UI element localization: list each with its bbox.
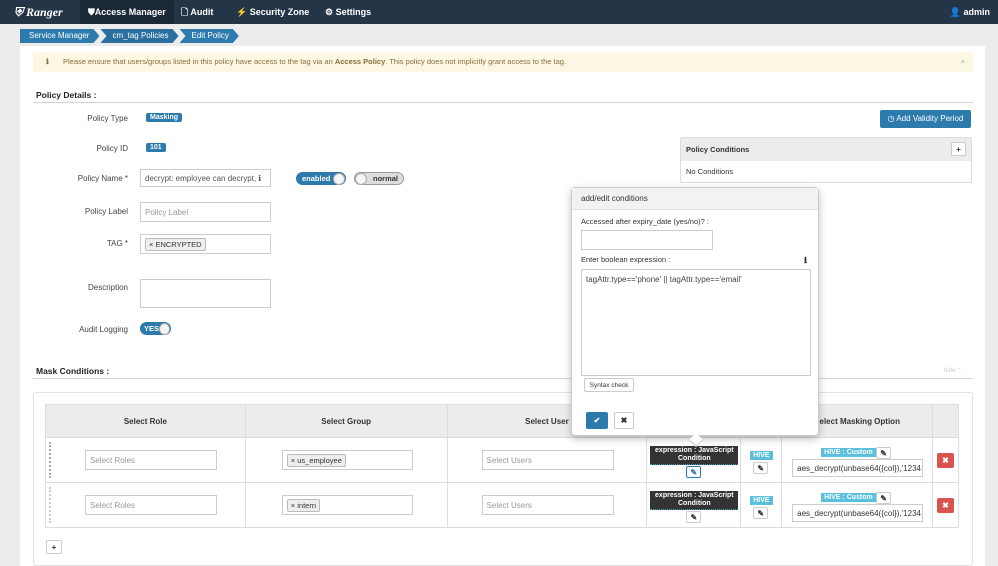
- table-row: Select Roles × intern Select Users expre…: [45, 482, 960, 528]
- syntax-check-button[interactable]: Syntax check: [584, 378, 634, 392]
- header-select-role: Select Role: [45, 404, 246, 438]
- add-row-button[interactable]: +: [46, 540, 62, 554]
- select-roles-input[interactable]: Select Roles: [85, 495, 217, 515]
- edit-condition-button[interactable]: ✎: [686, 511, 702, 523]
- select-users-input[interactable]: Select Users: [481, 495, 614, 515]
- ranger-logo[interactable]: ⛨ Ranger: [6, 0, 71, 24]
- edit-condition-button[interactable]: ✎: [686, 466, 702, 478]
- component-badge: HIVE: [750, 451, 773, 460]
- nav-settings[interactable]: ⚙ Settings: [317, 0, 379, 24]
- user-icon: 👤: [949, 7, 964, 17]
- policy-details-title: Policy Details :: [36, 90, 97, 100]
- tag-input[interactable]: × ENCRYPTED: [140, 234, 271, 254]
- expiry-input[interactable]: [581, 230, 713, 250]
- mask-type-badge: HIVE : Custom: [821, 448, 876, 457]
- select-group-input[interactable]: × intern: [281, 495, 413, 515]
- toggle-knob: [333, 172, 345, 185]
- nav-access-manager[interactable]: ⛊Access Manager: [80, 0, 174, 24]
- table-header: Select Role Select Group Select User Sel…: [45, 404, 960, 438]
- info-icon: ℹ: [46, 57, 49, 66]
- drag-handle-icon[interactable]: [49, 442, 51, 478]
- policy-conditions-title: Policy Conditions: [681, 138, 971, 161]
- no-conditions-text: No Conditions: [686, 167, 734, 176]
- policy-id-label: Policy ID: [96, 144, 128, 153]
- divider: [33, 378, 973, 379]
- policy-label-label: Policy Label: [84, 207, 128, 216]
- header-actions: [931, 404, 960, 438]
- add-validity-period-button[interactable]: ◷ Add Validity Period: [880, 110, 971, 128]
- boolean-expression-textarea[interactable]: tagAttr.type=='phone' || tagAttr.type=='…: [581, 269, 811, 376]
- component-badge: HIVE: [750, 496, 773, 505]
- divider: [33, 102, 973, 103]
- boolean-expression-label: Enter boolean expression :: [581, 255, 671, 264]
- close-alert-icon[interactable]: ×: [961, 52, 965, 72]
- breadcrumb-edit-policy: Edit Policy: [180, 29, 239, 43]
- breadcrumb-policies[interactable]: cm_tag Policies: [100, 29, 178, 43]
- group-chip[interactable]: × us_employee: [286, 453, 346, 467]
- nav-audit[interactable]: 🗋 Audit: [173, 0, 221, 24]
- delete-row-button[interactable]: ✖: [936, 498, 954, 513]
- description-label: Description: [87, 283, 128, 292]
- select-roles-input[interactable]: Select Roles: [85, 450, 217, 470]
- delete-row-button[interactable]: ✖: [936, 453, 954, 468]
- hide-link[interactable]: hide ⌃: [944, 367, 962, 374]
- info-icon: ℹ: [258, 173, 262, 183]
- expiry-question-label: Accessed after expiry_date (yes/no)? :: [581, 217, 709, 226]
- file-icon: 🗋: [181, 7, 191, 17]
- condition-expression-label: expression : JavaScript Condition: [650, 446, 739, 465]
- toggle-knob: [159, 322, 170, 335]
- warning-alert: ℹ Please ensure that users/groups listed…: [33, 52, 973, 72]
- edit-component-button[interactable]: ✎: [753, 462, 769, 474]
- mask-conditions-table: Select Role Select Group Select User Sel…: [45, 404, 960, 528]
- edit-component-button[interactable]: ✎: [753, 507, 769, 519]
- toggle-knob: [355, 172, 367, 185]
- enabled-toggle[interactable]: enabled: [296, 172, 346, 185]
- condition-expression-label: expression : JavaScript Condition: [650, 491, 739, 510]
- select-users-input[interactable]: Select Users: [481, 450, 614, 470]
- top-navbar: ⛨ Ranger ⛊Access Manager 🗋 Audit ⚡ Secur…: [0, 0, 998, 24]
- policy-name-label: Policy Name *: [77, 174, 128, 183]
- policy-type-label: Policy Type: [87, 114, 128, 123]
- confirm-button[interactable]: ✔: [586, 412, 608, 429]
- breadcrumb-service-manager[interactable]: Service Manager: [20, 29, 99, 43]
- mask-conditions-title: Mask Conditions :: [36, 366, 110, 376]
- tag-chip[interactable]: × ENCRYPTED: [145, 237, 206, 251]
- user-menu[interactable]: 👤 admin: [942, 0, 998, 24]
- policy-label-input[interactable]: Policy Label: [140, 202, 271, 222]
- mask-type-badge: HIVE : Custom: [821, 493, 876, 502]
- policy-id-badge: 101: [146, 143, 166, 152]
- edit-mask-button[interactable]: ✎: [876, 492, 892, 504]
- drag-handle-icon[interactable]: [49, 487, 51, 523]
- breadcrumb: Service Manager cm_tag Policies Edit Pol…: [20, 29, 240, 43]
- cancel-button[interactable]: ✖: [614, 412, 634, 429]
- policy-name-input[interactable]: decrypt: employee can decrypt, ℹ: [140, 169, 271, 187]
- mask-value-input[interactable]: aes_decrypt(unbase64({col}),'1234: [792, 459, 924, 477]
- zone-icon: ⚡: [236, 7, 250, 17]
- audit-logging-label: Audit Logging: [79, 325, 128, 334]
- description-textarea[interactable]: [140, 279, 271, 308]
- table-row: Select Roles × us_employee Select Users …: [45, 437, 960, 483]
- mask-value-input[interactable]: aes_decrypt(unbase64({col}),'1234: [792, 504, 924, 522]
- shield-icon: ⛊: [88, 7, 95, 17]
- group-chip[interactable]: × intern: [286, 498, 321, 512]
- tag-label: TAG *: [106, 239, 128, 248]
- info-icon[interactable]: ℹ: [804, 256, 807, 265]
- edit-mask-button[interactable]: ✎: [876, 447, 892, 459]
- gear-icon: ⚙: [325, 7, 336, 17]
- audit-logging-toggle[interactable]: YES: [140, 322, 171, 335]
- edit-conditions-popover: add/edit conditions Accessed after expir…: [571, 187, 819, 448]
- ranger-shield-icon: ⛨: [14, 5, 27, 19]
- normal-toggle[interactable]: normal: [354, 172, 404, 185]
- policy-type-badge: Masking: [146, 113, 183, 122]
- select-group-input[interactable]: × us_employee: [281, 450, 413, 470]
- popover-title: add/edit conditions: [572, 188, 818, 210]
- policy-conditions-panel: Policy Conditions + No Conditions: [680, 137, 972, 183]
- nav-security-zone[interactable]: ⚡ Security Zone: [228, 0, 317, 24]
- add-condition-button[interactable]: +: [951, 142, 966, 156]
- header-select-group: Select Group: [244, 404, 448, 438]
